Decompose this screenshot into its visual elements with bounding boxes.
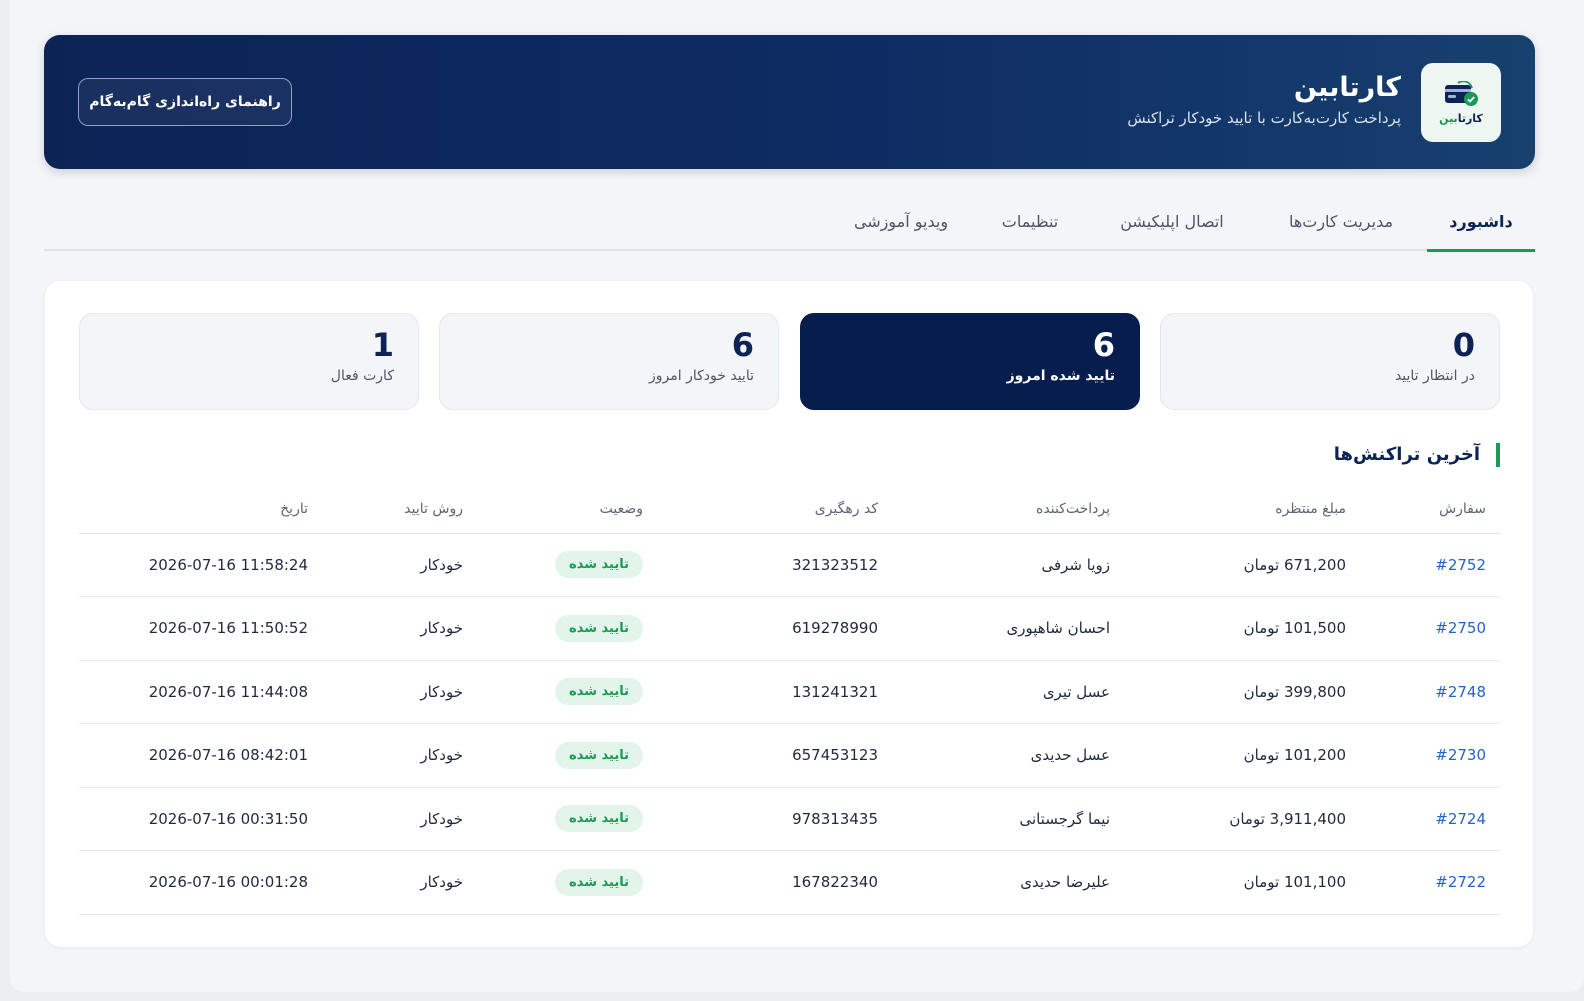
order-link[interactable]: #2748 [1360,660,1500,724]
status-cell: تایید شده [477,850,657,915]
status-cell: تایید شده [477,787,657,851]
date-cell: 2026-07-16 00:31:50 [79,787,322,851]
stat-value: 6 [731,326,754,364]
stat-value: 0 [1452,326,1475,364]
tab-dashboard[interactable]: داشبورد [1427,192,1535,252]
col-status: وضعیت [477,485,657,534]
method-cell: خودکار [322,850,477,915]
recent-transactions-title: آخرین تراکنش‌ها [1334,443,1500,467]
brand: کارتابین پرداخت کارت‌به‌کارت با تایید خو… [1127,69,1401,127]
tab-app-connection[interactable]: اتصال اپلیکیشن [1089,192,1255,250]
app-logo[interactable]: کارتابین [1421,63,1501,142]
stat-value: 6 [1092,326,1115,364]
date-cell: 2026-07-16 08:42:01 [79,723,322,788]
col-approval-method: روش تایید [322,485,477,534]
order-link[interactable]: #2724 [1360,787,1500,851]
tab-bar: داشبورد مدیریت کارت‌ها اتصال اپلیکیشن تن… [44,192,1535,252]
status-cell: تایید شده [477,660,657,724]
order-link[interactable]: #2730 [1360,723,1500,788]
status-badge: تایید شده [555,614,643,642]
date-cell: 2026-07-16 11:44:08 [79,660,322,724]
method-cell: خودکار [322,660,477,724]
order-link[interactable]: #2722 [1360,850,1500,915]
method-cell: خودکار [322,787,477,851]
status-badge: تایید شده [555,678,643,706]
tab-settings[interactable]: تنظیمات [971,192,1089,250]
setup-guide-button[interactable]: راهنمای راه‌اندازی گام‌به‌گام [78,78,292,126]
payer-cell: نیما گرجستانی [892,787,1124,851]
col-tracking-code: کد رهگیری [657,485,892,534]
stat-value: 1 [371,326,394,364]
status-badge: تایید شده [555,805,643,833]
tab-tutorial-video[interactable]: ویدیو آموزشی [831,192,971,250]
amount-cell: 101,100 تومان [1124,850,1360,915]
status-badge: تایید شده [555,868,643,896]
stats-row: 0 در انتظار تایید 6 تایید شده امروز 6 تا… [79,313,1500,410]
tracking-code-cell: 619278990 [657,596,892,661]
stat-active-cards: 1 کارت فعال [79,313,419,410]
payer-cell: عسل حدیدی [892,723,1124,788]
app-subtitle: پرداخت کارت‌به‌کارت با تایید خودکار تراک… [1127,109,1401,127]
amount-cell: 671,200 تومان [1124,533,1360,597]
method-cell: خودکار [322,723,477,788]
date-cell: 2026-07-16 00:01:28 [79,850,322,915]
tracking-code-cell: 978313435 [657,787,892,851]
stat-label: در انتظار تایید [1394,368,1475,384]
status-cell: تایید شده [477,533,657,597]
order-link[interactable]: #2750 [1360,596,1500,661]
date-cell: 2026-07-16 11:58:24 [79,533,322,597]
col-payer: پرداخت‌کننده [892,485,1124,534]
page: کارتابین کارتابین پرداخت کارت‌به‌کارت با… [10,0,1584,992]
dashboard-panel: 0 در انتظار تایید 6 تایید شده امروز 6 تا… [45,281,1533,947]
method-cell: خودکار [322,596,477,661]
payer-cell: عسل تیری [892,660,1124,724]
table-row: #2752 671,200 تومان زویا شرفی 321323512 … [79,533,1500,597]
transactions-table: سفارش مبلغ منتظره پرداخت‌کننده کد رهگیری… [79,485,1500,915]
amount-cell: 101,200 تومان [1124,723,1360,788]
payer-cell: احسان شاهپوری [892,596,1124,661]
tab-card-management[interactable]: مدیریت کارت‌ها [1255,192,1427,250]
status-badge: تایید شده [555,741,643,769]
table-row: #2750 101,500 تومان احسان شاهپوری 619278… [79,596,1500,661]
amount-cell: 399,800 تومان [1124,660,1360,724]
status-badge: تایید شده [555,551,643,579]
col-order: سفارش [1360,485,1500,534]
table-row: #2748 399,800 تومان عسل تیری 131241321 ت… [79,660,1500,724]
stat-auto-approved-today: 6 تایید خودکار امروز [439,313,779,410]
tracking-code-cell: 321323512 [657,533,892,597]
app-title: کارتابین [1293,72,1401,103]
app-header: کارتابین کارتابین پرداخت کارت‌به‌کارت با… [44,35,1535,169]
method-cell: خودکار [322,533,477,597]
amount-cell: 3,911,400 تومان [1124,787,1360,851]
tracking-code-cell: 131241321 [657,660,892,724]
stat-approved-today: 6 تایید شده امروز [800,313,1140,410]
tracking-code-cell: 167822340 [657,850,892,915]
tracking-code-cell: 657453123 [657,723,892,788]
date-cell: 2026-07-16 11:50:52 [79,596,322,661]
table-row: #2724 3,911,400 تومان نیما گرجستانی 9783… [79,787,1500,851]
payer-cell: علیرضا حدیدی [892,850,1124,915]
payer-cell: زویا شرفی [892,533,1124,597]
order-link[interactable]: #2752 [1360,533,1500,597]
table-row: #2722 101,100 تومان علیرضا حدیدی 1678223… [79,850,1500,915]
stat-label: تایید خودکار امروز [649,368,754,384]
stat-pending: 0 در انتظار تایید [1160,313,1500,410]
col-expected-amount: مبلغ منتظره [1124,485,1360,534]
stat-label: کارت فعال [330,368,394,384]
status-cell: تایید شده [477,723,657,788]
table-row: #2730 101,200 تومان عسل حدیدی 657453123 … [79,723,1500,788]
logo-text: کارتابین [1439,111,1483,125]
amount-cell: 101,500 تومان [1124,596,1360,661]
stat-label: تایید شده امروز [1006,368,1115,384]
col-date: تاریخ [79,485,322,534]
status-cell: تایید شده [477,596,657,661]
table-header-row: سفارش مبلغ منتظره پرداخت‌کننده کد رهگیری… [79,485,1500,534]
card-icon [1445,80,1478,106]
